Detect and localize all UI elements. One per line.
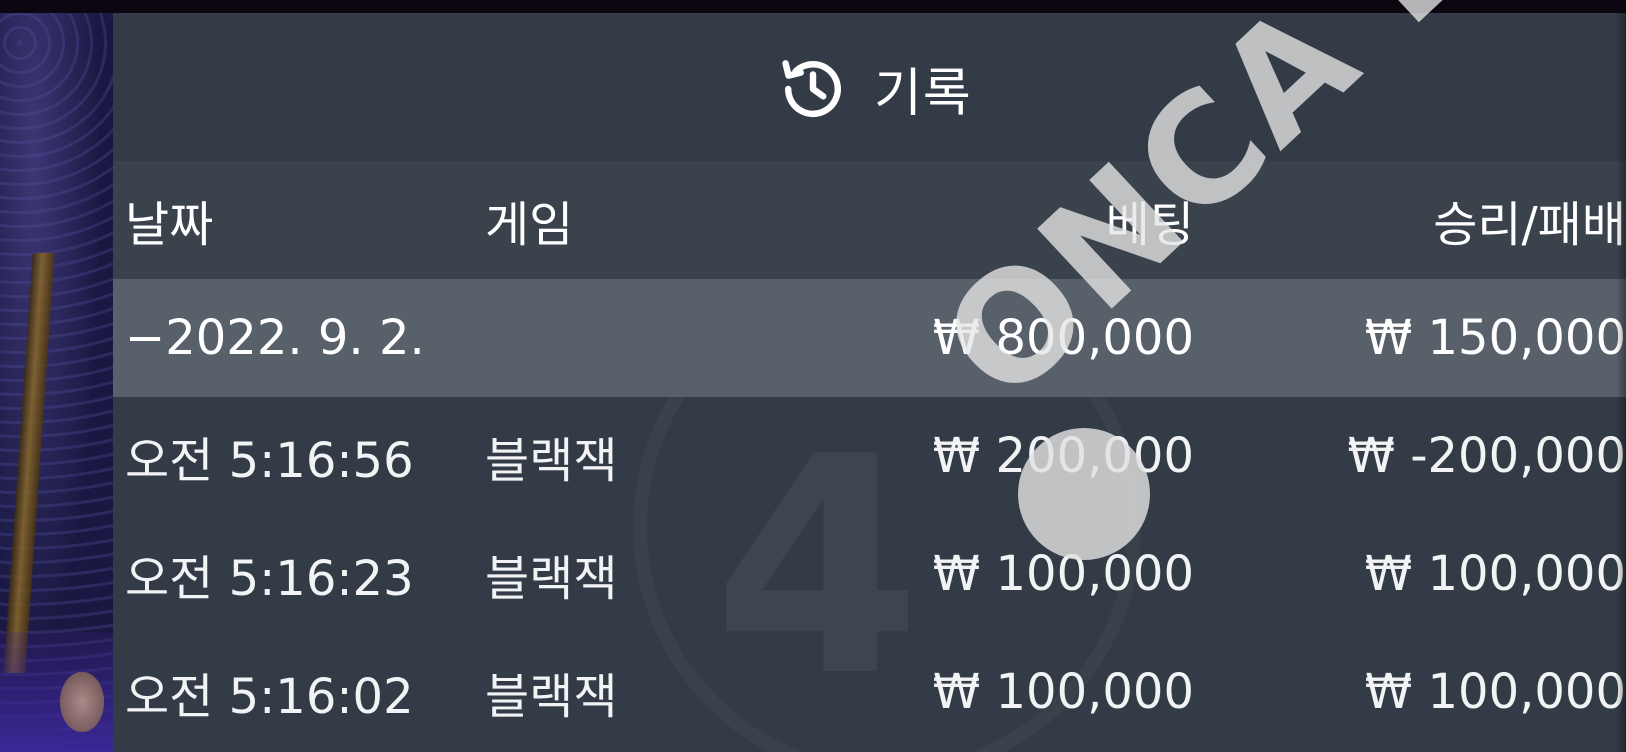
table-header-row: 날짜 게임 베팅 승리/패배 <box>113 161 1626 279</box>
table-row: 오전 5:16:56 블랙잭 ₩ 200,000 ₩ -200,000 <box>113 397 1626 515</box>
column-header-result: 승리/패배 <box>1433 197 1626 253</box>
row-game: 블랙잭 <box>485 551 618 607</box>
row-time: 오전 5:16:56 <box>125 433 414 489</box>
panel-title: 기록 <box>874 64 972 124</box>
row-time: 오전 5:16:23 <box>125 551 414 607</box>
column-header-date: 날짜 <box>125 197 214 253</box>
date-group-label: −2022. 9. 2. <box>125 310 425 366</box>
background-pillar <box>3 253 55 673</box>
table-row: 오전 5:16:23 블랙잭 ₩ 100,000 ₩ 100,000 <box>113 515 1626 633</box>
row-bet: ₩ 100,000 <box>932 664 1194 720</box>
column-header-game: 게임 <box>485 197 574 253</box>
casino-history-screen: 4 기록 날짜 게임 베팅 승리/패배 −2022. 9. 2. ₩ 800,0… <box>0 0 1626 752</box>
table-row: 오전 5:16:02 블랙잭 ₩ 100,000 ₩ 100,000 <box>113 633 1626 751</box>
top-strip <box>0 0 1626 13</box>
date-group-row[interactable]: −2022. 9. 2. ₩ 800,000 ₩ 150,000 <box>113 279 1626 397</box>
row-bet: ₩ 200,000 <box>932 428 1194 484</box>
row-result: ₩ 100,000 <box>1364 546 1626 602</box>
history-panel-header: 기록 <box>113 13 1626 161</box>
row-time: 오전 5:16:02 <box>125 669 414 725</box>
panel-scroll-edge <box>1616 13 1626 752</box>
row-result: ₩ -200,000 <box>1347 428 1626 484</box>
column-header-bet: 베팅 <box>1105 197 1194 253</box>
row-game: 블랙잭 <box>485 669 618 725</box>
live-video-background <box>0 13 113 752</box>
history-table: 날짜 게임 베팅 승리/패배 −2022. 9. 2. ₩ 800,000 ₩ … <box>113 161 1626 751</box>
row-game: 블랙잭 <box>485 433 618 489</box>
background-dealer-hand <box>60 672 104 732</box>
history-panel: 4 기록 날짜 게임 베팅 승리/패배 −2022. 9. 2. ₩ 800,0… <box>113 13 1626 752</box>
row-result: ₩ 100,000 <box>1364 664 1626 720</box>
date-group-result-total: ₩ 150,000 <box>1364 310 1626 366</box>
row-bet: ₩ 100,000 <box>932 546 1194 602</box>
date-group-bet-total: ₩ 800,000 <box>932 310 1194 366</box>
history-icon <box>778 54 848 124</box>
